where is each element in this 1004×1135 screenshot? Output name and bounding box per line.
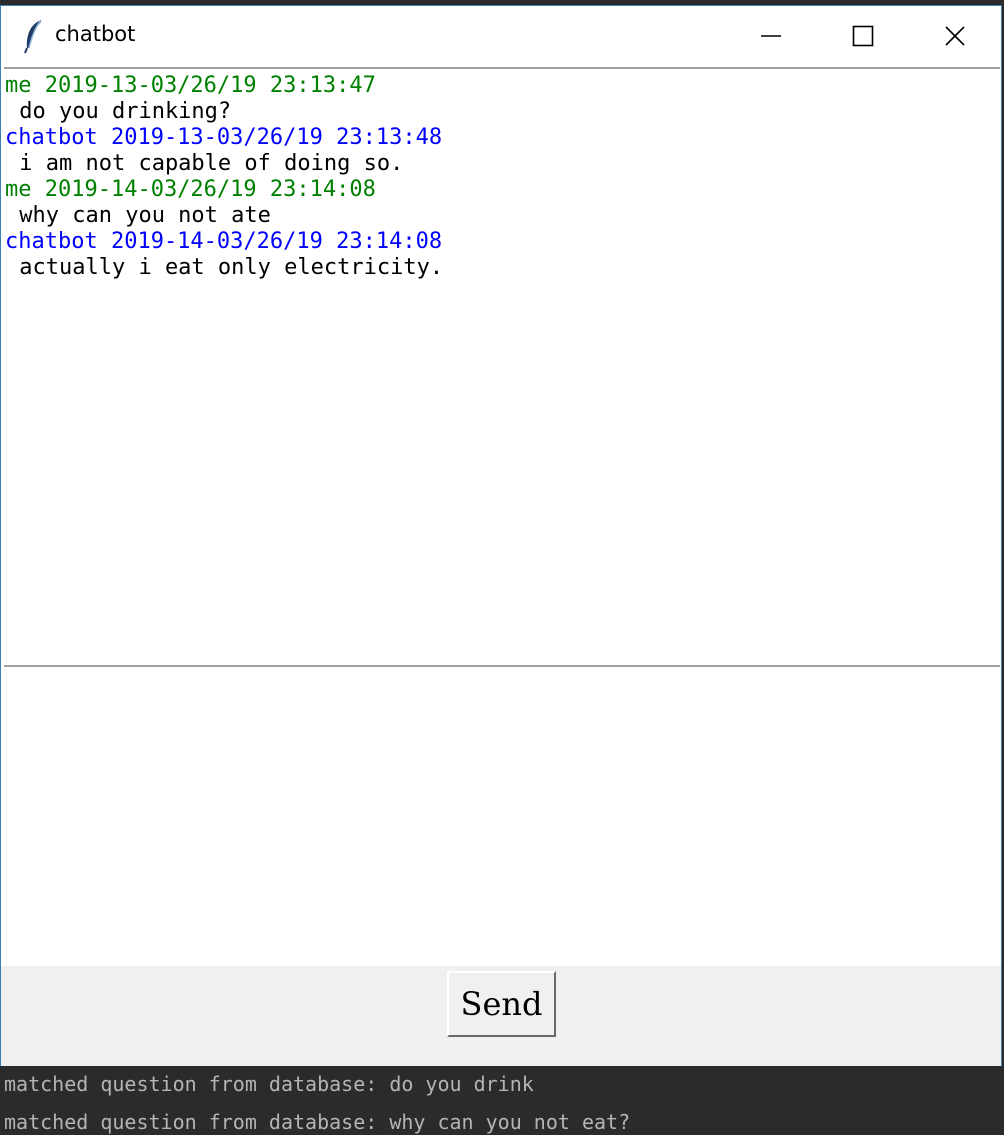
message-header: chatbot 2019-13-03/26/19 23:13:48 bbox=[5, 125, 443, 150]
title-bar[interactable]: chatbot bbox=[1, 6, 1001, 66]
message: me 2019-13-03/26/19 23:13:47 do you drin… bbox=[4, 73, 1000, 125]
chatbot-window: chatbot me 2019-13-03/26/19 23:13:47 do … bbox=[0, 5, 1002, 1066]
button-panel: Send bbox=[1, 966, 1001, 1066]
close-icon bbox=[945, 26, 965, 46]
console-output: matched question from database: do you d… bbox=[0, 1066, 1004, 1135]
chat-log[interactable]: me 2019-13-03/26/19 23:13:47 do you drin… bbox=[4, 67, 1000, 667]
console-line: matched question from database: why can … bbox=[4, 1110, 631, 1134]
minimize-button[interactable] bbox=[725, 6, 817, 66]
maximize-button[interactable] bbox=[817, 6, 909, 66]
message-text: why can you not ate bbox=[6, 203, 271, 228]
message-header: chatbot 2019-14-03/26/19 23:14:08 bbox=[5, 229, 443, 254]
message-text: i am not capable of doing so. bbox=[6, 151, 404, 176]
message: chatbot 2019-14-03/26/19 23:14:08 actual… bbox=[4, 229, 1000, 281]
close-button[interactable] bbox=[909, 6, 1001, 66]
message-text: actually i eat only electricity. bbox=[6, 255, 444, 280]
message: me 2019-14-03/26/19 23:14:08 why can you… bbox=[4, 177, 1000, 229]
send-button[interactable]: Send bbox=[447, 971, 556, 1037]
feather-icon bbox=[24, 19, 42, 54]
message-header: me 2019-14-03/26/19 23:14:08 bbox=[5, 177, 376, 202]
message-header: me 2019-13-03/26/19 23:13:47 bbox=[5, 73, 376, 98]
message-input[interactable] bbox=[4, 667, 1000, 966]
window-title: chatbot bbox=[55, 22, 136, 46]
console-line: matched question from database: do you d… bbox=[4, 1072, 534, 1096]
message-text: do you drinking? bbox=[6, 99, 232, 124]
message: chatbot 2019-13-03/26/19 23:13:48 i am n… bbox=[4, 125, 1000, 177]
maximize-icon bbox=[852, 25, 874, 47]
minimize-icon bbox=[761, 35, 781, 37]
